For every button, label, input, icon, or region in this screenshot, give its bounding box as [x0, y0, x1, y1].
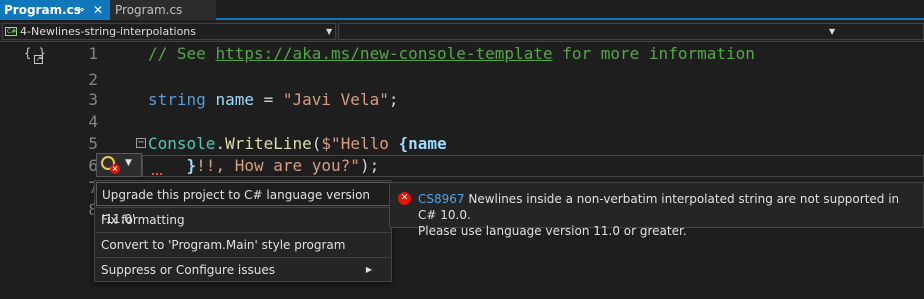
operator: = [253, 90, 283, 109]
interp-brace: } [186, 156, 197, 175]
statement-end: ); [359, 156, 380, 175]
document-tab-strip: Program.cs ⊸ ✕ Program.cs [0, 0, 924, 20]
code-outline-icon: ↗ [34, 55, 43, 64]
interp-brace: { [398, 134, 409, 153]
chevron-down-icon[interactable]: ▼ [829, 24, 835, 39]
menu-item-fix-formatting[interactable]: Fix formatting [96, 208, 390, 232]
csharp-project-icon [5, 24, 17, 39]
template-link[interactable]: https://aka.ms/new-console-template [215, 44, 552, 63]
member-dropdown[interactable]: ▼ [338, 23, 924, 40]
error-icon: × [110, 164, 120, 174]
code-line-1[interactable]: // See https://aka.ms/new-console-templa… [148, 44, 755, 63]
error-message-line-1: Newlines inside a non-verbatim interpola… [418, 192, 900, 222]
tab-label: Program.cs [4, 3, 81, 17]
method-name: WriteLine [225, 134, 312, 153]
submenu-arrow-icon: ▶ [365, 265, 372, 274]
project-name: 4-Newlines-string-interpolations [20, 25, 196, 38]
quick-actions-button[interactable]: × ▼ [96, 153, 142, 177]
line-number: 4 [88, 112, 98, 131]
line-number: 2 [88, 70, 98, 89]
error-icon: ✕ [398, 192, 411, 205]
error-message: CS8967 Newlines inside a non-verbatim in… [418, 191, 918, 239]
error-tooltip: ✕ CS8967 Newlines inside a non-verbatim … [389, 182, 924, 238]
quick-actions-menu: Upgrade this project to C# language vers… [94, 180, 392, 282]
tab-program-cs-preview[interactable]: Program.cs [110, 0, 216, 20]
menu-item-suppress-configure[interactable]: Suppress or Configure issues ▶ [96, 258, 390, 282]
comment-text: // See [148, 44, 216, 63]
semicolon: ; [388, 90, 399, 109]
collapse-toggle-icon[interactable]: − [136, 138, 146, 148]
comment-text: for more information [552, 44, 755, 63]
chevron-down-icon[interactable]: ▼ [326, 24, 332, 39]
keyword: string [148, 90, 206, 109]
menu-item-convert-program-main[interactable]: Convert to 'Program.Main' style program [96, 233, 390, 257]
string-literal: "Javi Vela" [282, 90, 389, 109]
line-number: 3 [88, 90, 98, 109]
pin-icon[interactable]: ⊸ [75, 0, 84, 20]
type-name: Console [148, 134, 216, 153]
line-number: 1 [88, 44, 98, 63]
close-icon[interactable]: ✕ [93, 0, 103, 20]
tab-label: Program.cs [115, 3, 183, 17]
tab-program-cs-active[interactable]: Program.cs ⊸ ✕ [0, 0, 110, 20]
variable: name [215, 90, 254, 109]
paren: ( [311, 134, 322, 153]
code-line-6[interactable]: }!!, How are you?"); [148, 156, 380, 175]
dot: . [215, 134, 226, 153]
code-line-5[interactable]: Console.WriteLine($"Hello {name [148, 134, 447, 153]
chevron-down-icon[interactable]: ▼ [125, 158, 132, 168]
string-literal: !!, How are you?" [196, 156, 360, 175]
error-message-line-2: Please use language version 11.0 or grea… [418, 224, 687, 238]
code-line-3[interactable]: string name = "Javi Vela"; [148, 90, 398, 109]
line-number: 6 [88, 156, 98, 175]
interp-variable: name [408, 134, 447, 153]
menu-item-label: Suppress or Configure issues [101, 263, 275, 277]
navigation-bar: 4-Newlines-string-interpolations ▼ ▼ [0, 22, 924, 42]
line-number: 5 [88, 134, 98, 153]
project-dropdown[interactable]: 4-Newlines-string-interpolations ▼ [2, 23, 336, 40]
error-code-link[interactable]: CS8967 [418, 192, 465, 206]
menu-item-upgrade-language[interactable]: Upgrade this project to C# language vers… [96, 182, 390, 226]
string-literal: $"Hello [321, 134, 399, 153]
